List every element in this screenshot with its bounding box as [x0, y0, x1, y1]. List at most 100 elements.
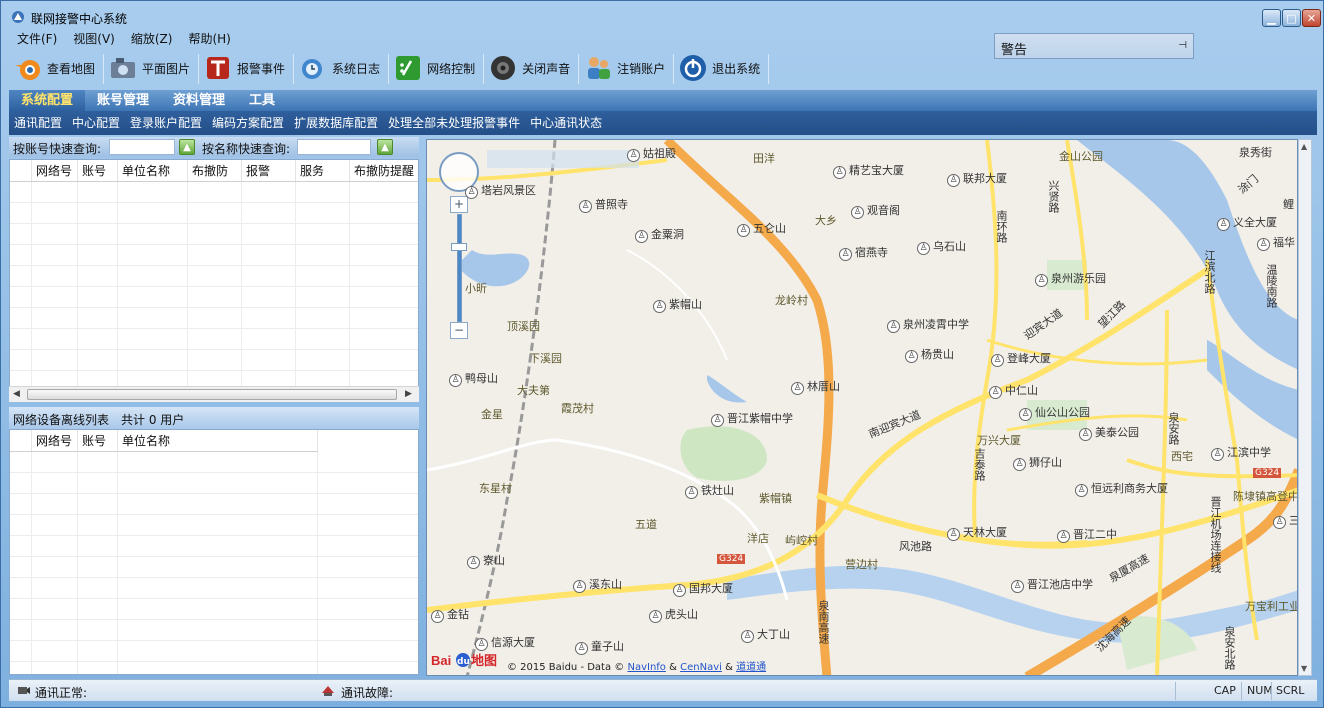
map-poi[interactable]: 紫帽山 — [653, 296, 702, 313]
horizontal-scrollbar[interactable]: ◀ ▶ — [9, 386, 419, 402]
map-poi[interactable]: 福华 — [1257, 234, 1295, 251]
map-poi[interactable]: 江滨中学 — [1211, 444, 1271, 461]
map-poi[interactable]: 普照寺 — [579, 196, 628, 213]
subnav-center-config[interactable]: 中心配置 — [67, 111, 125, 135]
subnav-encoding-scheme-config[interactable]: 编码方案配置 — [207, 111, 289, 135]
column-header[interactable]: 布撤防提醒 — [350, 160, 418, 181]
scroll-down-icon[interactable]: ▼ — [1301, 664, 1307, 673]
map-place: 屿崆村 — [785, 534, 818, 547]
column-header[interactable]: 服务 — [296, 160, 350, 181]
tab-system-config[interactable]: 系统配置 — [9, 90, 86, 111]
column-header[interactable]: 单位名称 — [118, 160, 188, 181]
scroll-right-icon[interactable]: ▶ — [405, 389, 412, 399]
cennavi-link[interactable]: CenNavi — [680, 662, 722, 673]
menu-zoom[interactable]: 缩放(Z) — [123, 31, 181, 49]
map-poi[interactable]: 林厝山 — [791, 378, 840, 395]
exit-system-button[interactable]: 退出系统 — [674, 50, 768, 86]
zoom-slider-handle[interactable] — [451, 243, 467, 251]
subnav-handle-all-alarms[interactable]: 处理全部未处理报警事件 — [383, 111, 525, 135]
map-poi[interactable]: 观音阁 — [851, 202, 900, 219]
map-poi[interactable]: 登峰大厦 — [991, 350, 1051, 367]
mute-sound-button[interactable]: 关闭声音 — [484, 50, 578, 86]
map-place: 洋店 — [747, 532, 769, 545]
scroll-left-icon[interactable]: ◀ — [13, 389, 20, 399]
zoom-slider-track[interactable] — [457, 214, 462, 322]
map-poi[interactable]: 美泰公园 — [1079, 424, 1139, 441]
name-search-button[interactable]: ▲ — [377, 139, 393, 155]
map-poi[interactable]: 大丁山 — [741, 626, 790, 643]
system-log-button[interactable]: 系统日志 — [294, 50, 388, 86]
map-poi[interactable]: 金粟洞 — [635, 226, 684, 243]
map-poi[interactable]: 鸭母山 — [449, 370, 498, 387]
map-poi[interactable]: 童子山 — [575, 638, 624, 655]
map-poi[interactable]: 寮山 — [467, 552, 505, 569]
map-view[interactable]: + − 姑祖殿 田洋 精艺宝大厦 联邦大厦 金山公园 塔岩风景区 普照寺 金粟洞… — [426, 139, 1298, 676]
column-header[interactable]: 账号 — [78, 160, 118, 181]
tab-tools[interactable]: 工具 — [237, 90, 287, 111]
alert-panel[interactable]: 警告 ⊣ — [994, 33, 1194, 59]
tab-data-management[interactable]: 资料管理 — [161, 90, 237, 111]
account-search-input[interactable] — [109, 139, 175, 155]
map-poi[interactable]: 泉州游乐园 — [1035, 270, 1106, 287]
map-poi[interactable]: 乌石山 — [917, 238, 966, 255]
map-poi[interactable]: 泉州凌霄中学 — [887, 316, 969, 333]
name-search-input[interactable] — [297, 139, 371, 155]
map-poi[interactable]: 仙公山公园 — [1019, 404, 1090, 421]
map-poi[interactable]: 天林大厦 — [947, 524, 1007, 541]
map-poi[interactable]: 姑祖殿 — [627, 145, 676, 162]
map-poi[interactable]: 精艺宝大厦 — [833, 162, 904, 179]
map-poi[interactable]: 宿燕寺 — [839, 244, 888, 261]
column-header[interactable]: 网络号 — [32, 160, 78, 181]
scroll-lock-indicator: SCRL — [1276, 684, 1305, 697]
subnav-center-comm-status[interactable]: 中心通讯状态 — [525, 111, 607, 135]
logout-account-button[interactable]: 注销账户 — [579, 50, 673, 86]
menu-file[interactable]: 文件(F) — [9, 31, 65, 49]
map-poi[interactable]: 晋江池店中学 — [1011, 576, 1093, 593]
map-poi[interactable]: 中仁山 — [989, 382, 1038, 399]
map-place: 万兴大厦 — [977, 434, 1021, 447]
column-header[interactable]: 单位名称 — [118, 430, 318, 451]
daodaotong-link[interactable]: 道道通 — [736, 662, 766, 673]
view-map-button[interactable]: 查看地图 — [9, 50, 103, 86]
map-poi[interactable]: 铁灶山 — [685, 482, 734, 499]
map-poi[interactable]: 晋江二中 — [1057, 526, 1117, 543]
column-header[interactable]: 报警 — [242, 160, 296, 181]
scroll-thumb[interactable] — [27, 389, 397, 400]
map-poi[interactable]: 杨贵山 — [905, 346, 954, 363]
navinfo-link[interactable]: NavInfo — [627, 662, 665, 673]
map-poi[interactable]: 塔岩风景区 — [465, 182, 536, 199]
map-poi[interactable]: 恒远利商务大厦 — [1075, 480, 1168, 497]
network-control-button[interactable]: 网络控制 — [389, 50, 483, 86]
alarm-events-button[interactable]: 报警事件 — [199, 50, 293, 86]
sub-navigation: 通讯配置 中心配置 登录账户配置 编码方案配置 扩展数据库配置 处理全部未处理报… — [9, 111, 1317, 135]
map-poi[interactable]: 义全大厦 — [1217, 214, 1277, 231]
subnav-login-account-config[interactable]: 登录账户配置 — [125, 111, 207, 135]
menu-help[interactable]: 帮助(H) — [180, 31, 238, 49]
subnav-extended-db-config[interactable]: 扩展数据库配置 — [289, 111, 383, 135]
account-search-button[interactable]: ▲ — [179, 139, 195, 155]
map-poi[interactable]: 晋江紫帽中学 — [711, 410, 793, 427]
map-poi[interactable]: 虎头山 — [649, 606, 698, 623]
map-poi[interactable]: 三 — [1273, 512, 1297, 529]
close-button[interactable]: ✕ — [1302, 9, 1321, 27]
map-poi[interactable]: 狮仔山 — [1013, 454, 1062, 471]
map-poi[interactable]: 信源大厦 — [475, 634, 535, 651]
tab-account-management[interactable]: 账号管理 — [85, 90, 161, 111]
menu-view[interactable]: 视图(V) — [65, 31, 123, 49]
zoom-out-button[interactable]: − — [450, 322, 468, 339]
column-header[interactable]: 布撤防 — [188, 160, 242, 181]
column-header[interactable]: 账号 — [78, 430, 118, 451]
column-header[interactable]: 网络号 — [32, 430, 78, 451]
map-vertical-scrollbar[interactable]: ▲ ▼ — [1298, 139, 1312, 676]
floor-plan-button[interactable]: 平面图片 — [104, 50, 198, 86]
map-poi[interactable]: 五仑山 — [737, 220, 786, 237]
pin-icon[interactable]: ⊣ — [1178, 40, 1187, 51]
map-poi[interactable]: 溪东山 — [573, 576, 622, 593]
maximize-button[interactable]: □ — [1282, 9, 1301, 27]
subnav-comm-config[interactable]: 通讯配置 — [9, 111, 67, 135]
minimize-button[interactable]: ▁ — [1262, 9, 1281, 27]
map-poi[interactable]: 金钻 — [431, 606, 469, 623]
map-poi[interactable]: 联邦大厦 — [947, 170, 1007, 187]
scroll-up-icon[interactable]: ▲ — [1301, 142, 1307, 151]
map-poi[interactable]: 国邦大厦 — [673, 580, 733, 597]
